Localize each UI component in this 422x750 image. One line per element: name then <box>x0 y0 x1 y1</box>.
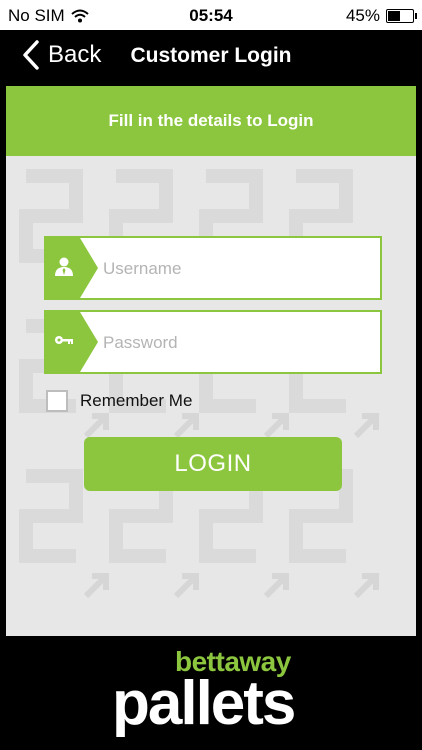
status-right: 45% <box>345 6 417 26</box>
login-panel: Fill in the details to Login Username Re… <box>6 86 416 636</box>
username-field[interactable] <box>44 236 382 300</box>
battery-percent: 45% <box>345 6 380 25</box>
username-input[interactable] <box>101 238 375 300</box>
battery-icon <box>386 9 417 23</box>
remember-me-row[interactable]: Remember Me <box>46 390 192 412</box>
user-icon <box>55 257 73 276</box>
password-icon-arrow <box>80 312 98 372</box>
status-bar: No SIM 05:54 45% <box>0 0 422 30</box>
form-header-text: Fill in the details to Login <box>108 111 314 130</box>
remember-me-checkbox[interactable] <box>46 390 68 412</box>
remember-me-label: Remember Me <box>80 391 193 410</box>
form-header: Fill in the details to Login <box>6 86 416 156</box>
logo-text-pallets: pallets <box>112 669 296 738</box>
battery-fill <box>388 11 400 21</box>
password-input[interactable] <box>101 312 375 374</box>
key-icon <box>55 336 73 344</box>
footer: bettaway pallets <box>0 636 422 750</box>
login-button[interactable]: LOGIN <box>84 437 342 491</box>
navigation-bar: Back Customer Login <box>0 30 422 86</box>
password-field[interactable] <box>44 310 382 374</box>
username-icon-arrow <box>80 238 98 298</box>
page-title: Customer Login <box>130 44 292 67</box>
